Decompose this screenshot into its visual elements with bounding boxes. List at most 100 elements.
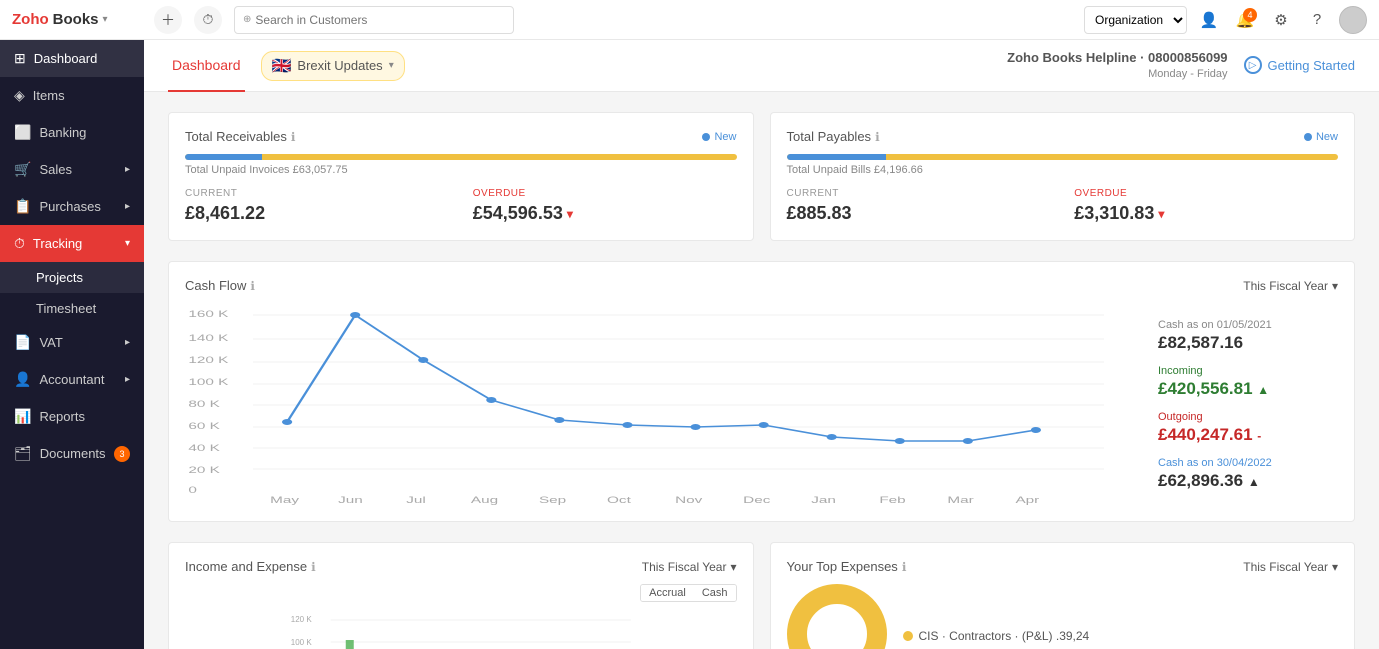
sidebar-item-documents[interactable]: 🗂 Documents 3 xyxy=(0,435,144,472)
items-icon: ◈ xyxy=(14,87,25,104)
legend-label-cis: CIS · Contractors · (P&L) .39,24 xyxy=(919,629,1090,643)
sidebar-item-label: Dashboard xyxy=(34,51,98,66)
page-header-bar: Dashboard 🇬🇧 Brexit Updates ▾ Zoho Books… xyxy=(144,40,1379,92)
income-expense-period[interactable]: This Fiscal Year ▾ xyxy=(642,560,737,574)
svg-text:2021: 2021 xyxy=(607,504,641,505)
sidebar-item-vat[interactable]: 📄 VAT ▸ xyxy=(0,324,144,361)
contacts-icon[interactable]: 👤 xyxy=(1195,6,1223,34)
cash-end-value: £62,896.36 ▲ xyxy=(1158,471,1338,491)
svg-text:2022: 2022 xyxy=(947,504,981,505)
sidebar-subitem-projects[interactable]: Projects xyxy=(0,262,144,293)
svg-text:100 K: 100 K xyxy=(188,377,229,387)
brexit-dropdown-icon: ▾ xyxy=(389,60,394,71)
cash-flow-info-icon[interactable]: ℹ xyxy=(250,279,255,293)
documents-badge: 3 xyxy=(114,446,130,462)
sidebar-item-time-tracking[interactable]: ⏱ Tracking ▾ xyxy=(0,225,144,262)
receivables-overdue-block: OVERDUE £54,596.53 ▾ xyxy=(473,188,737,224)
svg-text:0: 0 xyxy=(188,485,197,495)
accountant-icon: 👤 xyxy=(14,371,31,388)
sidebar-subitem-timesheet[interactable]: Timesheet xyxy=(0,293,144,324)
payables-overdue-value: £3,310.83 ▾ xyxy=(1074,203,1338,224)
incoming-arrow: ▲ xyxy=(1257,383,1269,397)
tab-dashboard[interactable]: Dashboard xyxy=(168,40,245,92)
incoming-label: Incoming xyxy=(1158,365,1338,377)
accrual-button[interactable]: Accrual xyxy=(641,585,694,601)
accountant-expand-icon: ▸ xyxy=(125,374,130,385)
search-input[interactable] xyxy=(255,13,505,27)
receivables-overdue-arrow[interactable]: ▾ xyxy=(567,207,573,221)
income-expense-card: Income and Expense ℹ This Fiscal Year ▾ … xyxy=(168,542,754,649)
payables-current-block: CURRENT £885.83 xyxy=(787,188,1051,224)
receivables-overdue-value: £54,596.53 ▾ xyxy=(473,203,737,224)
sidebar-item-dashboard[interactable]: ⊞ Dashboard xyxy=(0,40,144,77)
notification-badge: 4 xyxy=(1243,8,1257,22)
sidebar-item-purchases[interactable]: 📋 Purchases ▸ xyxy=(0,188,144,225)
notifications-icon[interactable]: 🔔 4 xyxy=(1231,6,1259,34)
history-button[interactable]: ⏱ xyxy=(194,6,222,34)
time-tracking-expand-icon: ▾ xyxy=(125,238,130,249)
receivables-new-badge[interactable]: New xyxy=(702,131,736,143)
search-filter-icon[interactable]: ⊕ xyxy=(243,14,251,25)
sidebar-item-items[interactable]: ◈ Items xyxy=(0,77,144,114)
sidebar-item-label: Tracking xyxy=(33,236,82,251)
logo-dropdown-icon[interactable]: ▾ xyxy=(103,14,108,25)
top-expenses-info-icon[interactable]: ℹ xyxy=(902,560,907,574)
svg-text:160 K: 160 K xyxy=(188,309,229,319)
payables-total-label: Total Unpaid Bills £4,196.66 xyxy=(787,164,1339,176)
top-expenses-header: Your Top Expenses ℹ This Fiscal Year ▾ xyxy=(787,559,1339,574)
svg-text:2022: 2022 xyxy=(879,504,913,505)
legend-item-cis: CIS · Contractors · (P&L) .39,24 xyxy=(903,629,1090,643)
cash-flow-svg: 160 K 140 K 120 K 100 K 80 K 60 K 40 K 2… xyxy=(185,305,1138,505)
cash-flow-period-selector[interactable]: This Fiscal Year ▾ xyxy=(1243,279,1338,293)
payables-overdue-arrow[interactable]: ▾ xyxy=(1158,207,1164,221)
sidebar-item-banking[interactable]: ⬜ Banking xyxy=(0,114,144,151)
sidebar-item-label: Items xyxy=(33,88,65,103)
avatar[interactable] xyxy=(1339,6,1367,34)
receivables-info-icon[interactable]: ℹ xyxy=(291,130,296,144)
svg-text:2021: 2021 xyxy=(539,504,573,505)
add-button[interactable]: ＋ xyxy=(154,6,182,34)
getting-started-icon: ▷ xyxy=(1244,56,1262,74)
payables-new-badge[interactable]: New xyxy=(1304,131,1338,143)
top-expenses-title: Your Top Expenses ℹ xyxy=(787,559,907,574)
helpline-number: Zoho Books Helpline · 08000856099 xyxy=(1007,49,1227,67)
sidebar-item-sales[interactable]: 🛒 Sales ▸ xyxy=(0,151,144,188)
help-icon[interactable]: ? xyxy=(1303,6,1331,34)
settings-icon[interactable]: ⚙ xyxy=(1267,6,1295,34)
brexit-label: Brexit Updates xyxy=(297,58,382,73)
brexit-updates-badge[interactable]: 🇬🇧 Brexit Updates ▾ xyxy=(261,51,405,81)
helpline-block: Zoho Books Helpline · 08000856099 Monday… xyxy=(1007,49,1227,83)
cash-stats: Cash as on 01/05/2021 £82,587.16 Incomin… xyxy=(1158,305,1338,505)
svg-text:100 K: 100 K xyxy=(291,638,313,647)
receivables-title: Total Receivables ℹ xyxy=(185,129,295,144)
helpline-hours: Monday - Friday xyxy=(1007,67,1227,82)
cash-flow-title: Cash Flow ℹ xyxy=(185,278,255,293)
receivables-card-header: Total Receivables ℹ New xyxy=(185,129,737,144)
accrual-cash-group: Accrual Cash xyxy=(640,584,736,602)
documents-icon: 🗂 xyxy=(14,445,32,462)
payables-overdue-label: OVERDUE xyxy=(1074,188,1338,199)
purchases-expand-icon: ▸ xyxy=(125,201,130,212)
cash-button[interactable]: Cash xyxy=(694,585,736,601)
sidebar-item-reports[interactable]: 📊 Reports xyxy=(0,398,144,435)
receivables-current-value: £8,461.22 xyxy=(185,203,449,224)
vat-expand-icon: ▸ xyxy=(125,337,130,348)
logo-zoho: Zoho xyxy=(12,11,49,28)
sidebar-item-accountant[interactable]: 👤 Accountant ▸ xyxy=(0,361,144,398)
income-expense-info-icon[interactable]: ℹ xyxy=(311,560,316,574)
bottom-cards-row: Income and Expense ℹ This Fiscal Year ▾ … xyxy=(168,542,1355,649)
getting-started-button[interactable]: ▷ Getting Started xyxy=(1244,56,1355,74)
page-header-left: Dashboard 🇬🇧 Brexit Updates ▾ xyxy=(168,40,405,92)
content-area: Dashboard 🇬🇧 Brexit Updates ▾ Zoho Books… xyxy=(144,40,1379,649)
banking-icon: ⬜ xyxy=(14,124,31,141)
cash-start-block: Cash as on 01/05/2021 £82,587.16 xyxy=(1158,319,1338,353)
top-expenses-body: CIS · Contractors · (P&L) .39,24 xyxy=(787,584,1339,649)
sidebar-item-label: Reports xyxy=(39,409,85,424)
cash-flow-chart: 160 K 140 K 120 K 100 K 80 K 60 K 40 K 2… xyxy=(185,305,1138,505)
organization-selector[interactable]: Organization xyxy=(1084,6,1187,34)
top-expenses-period[interactable]: This Fiscal Year ▾ xyxy=(1243,560,1338,574)
payables-info-icon[interactable]: ℹ xyxy=(875,130,880,144)
sidebar-item-label: Sales xyxy=(39,162,72,177)
incoming-value: £420,556.81 ▲ xyxy=(1158,379,1338,399)
search-bar[interactable]: ⊕ xyxy=(234,6,514,34)
